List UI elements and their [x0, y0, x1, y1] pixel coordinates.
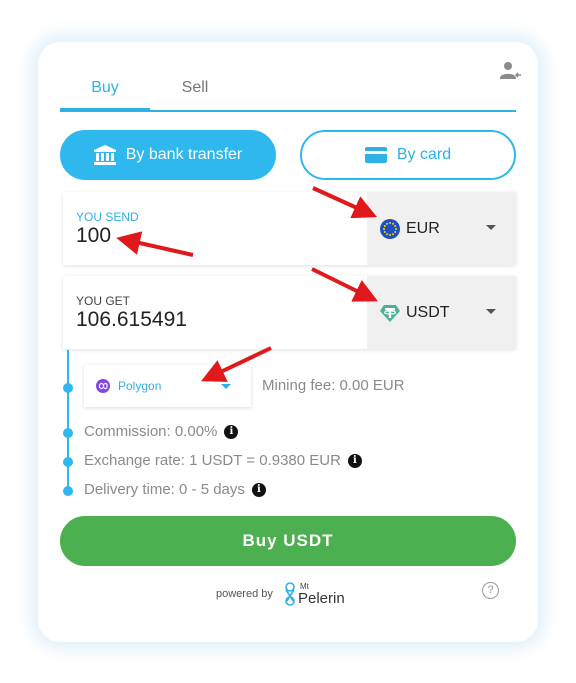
info-icon[interactable]: i [251, 482, 266, 497]
mt-pelerin-logo-icon [285, 582, 295, 606]
commission-row: Commission: 0.00% i [84, 423, 239, 440]
tab-active-indicator [60, 108, 150, 112]
commission-label: Commission: 0.00% [84, 423, 218, 440]
receive-label: YOU GET [76, 294, 131, 308]
delivery-time-label: Delivery time: 0 - 5 days [84, 481, 245, 498]
polygon-icon [96, 379, 110, 393]
tab-sell[interactable]: Sell [150, 70, 240, 110]
card-label: By card [396, 146, 452, 163]
exchange-rate-row: Exchange rate: 1 USDT = 0.9380 EUR i [84, 452, 362, 469]
bank-icon [93, 145, 116, 165]
mining-fee-label: Mining fee: 0.00 EUR [262, 377, 405, 394]
send-amount-field: YOU SEND 100 EUR [63, 192, 516, 265]
tab-buy[interactable]: Buy [60, 70, 150, 110]
send-currency-code: EUR [406, 219, 440, 237]
receive-currency-select[interactable]: USDT [367, 276, 516, 349]
euro-flag-icon [380, 218, 400, 239]
caret-down-icon [221, 384, 231, 389]
powered-by-text: powered by [216, 588, 273, 600]
timeline-dot [63, 383, 73, 393]
credit-card-icon [364, 147, 387, 163]
receive-amount-field: YOU GET 106.615491 USDT [63, 276, 516, 349]
timeline-dot [63, 457, 73, 467]
receive-currency-code: USDT [406, 303, 450, 321]
timeline-dot [63, 428, 73, 438]
bank-transfer-label: By bank transfer [125, 146, 243, 163]
info-icon[interactable]: i [347, 453, 362, 468]
receive-amount-value: 106.615491 [76, 308, 187, 331]
chevron-down-icon [486, 309, 496, 314]
network-select[interactable]: Polygon [84, 365, 251, 407]
send-amount-input[interactable]: 100 [76, 224, 111, 248]
brand-name: Pelerin [298, 590, 345, 607]
help-icon[interactable]: ? [482, 582, 499, 599]
info-icon[interactable]: i [224, 424, 239, 439]
mining-fee-text: Mining fee: 0.00 EUR [262, 377, 405, 394]
tether-icon [380, 304, 400, 322]
bank-transfer-button[interactable]: By bank transfer [60, 130, 276, 180]
tab-bar: Buy Sell [60, 70, 516, 113]
delivery-time-row: Delivery time: 0 - 5 days i [84, 481, 266, 498]
details-timeline [67, 350, 69, 492]
buy-usdt-button[interactable]: Buy USDT [60, 516, 516, 566]
card-button[interactable]: By card [300, 130, 516, 180]
send-label: YOU SEND [76, 210, 139, 224]
send-currency-select[interactable]: EUR [367, 192, 516, 265]
timeline-dot [63, 486, 73, 496]
network-label: Polygon [118, 379, 162, 393]
chevron-down-icon [486, 225, 496, 230]
exchange-rate-label: Exchange rate: 1 USDT = 0.9380 EUR [84, 452, 341, 469]
